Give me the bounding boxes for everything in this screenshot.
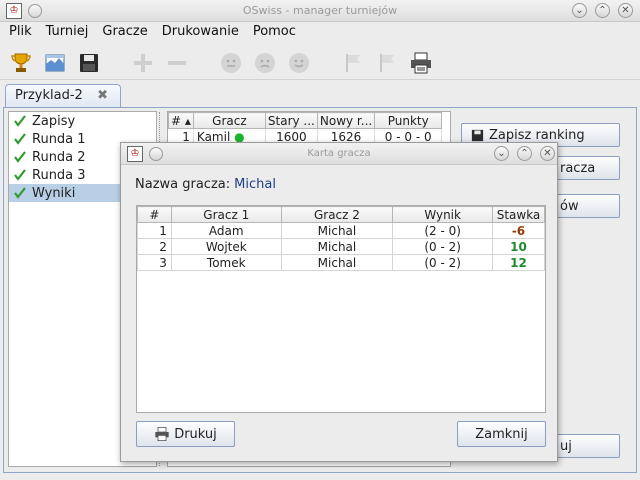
menu-pomoc[interactable]: Pomoc (244, 22, 301, 39)
col-header-new-rating[interactable]: Nowy r... (316, 112, 376, 129)
printer-icon (155, 427, 169, 441)
dialog-titlebar: ♔ Karta gracza ⌄ ⌃ ✕ (121, 143, 557, 165)
tab-close-icon[interactable]: ✖ (97, 88, 108, 103)
tab-label: Przyklad-2 (15, 88, 83, 103)
minimize-icon[interactable]: ⌄ (572, 3, 587, 18)
tree-item-label: Wyniki (32, 185, 76, 201)
col-header-points[interactable]: Punkty (374, 112, 443, 129)
table-row[interactable]: 1 Adam Michal (2 - 0) -6 (137, 222, 545, 239)
close-button[interactable]: Zamknij (457, 421, 546, 447)
check-icon (14, 169, 26, 181)
check-icon (14, 115, 26, 127)
tree-item-label: Runda 1 (32, 131, 86, 147)
col-header-player2[interactable]: Gracz 2 (280, 206, 394, 223)
col-header-stake[interactable]: Stawka (492, 206, 545, 223)
main-titlebar: ♔ OSwiss - manager turniejów ⌄ ⌃ ✕ (0, 0, 640, 22)
player-name-row: Nazwa gracza: Michal (135, 177, 276, 192)
table-row[interactable]: 2 Wojtek Michal (0 - 2) 10 (137, 238, 545, 255)
tab-strip: Przyklad-2 ✖ (0, 82, 640, 108)
tree-item-label: Runda 3 (32, 167, 86, 183)
printer-icon[interactable] (408, 50, 434, 76)
player-name-value: Michal (234, 177, 276, 192)
check-icon (14, 151, 26, 163)
table-row[interactable]: 3 Tomek Michal (0 - 2) 12 (137, 254, 545, 271)
maximize-icon[interactable]: ⌃ (517, 146, 532, 161)
remove-icon (164, 50, 190, 76)
open-file-icon[interactable] (42, 50, 68, 76)
menu-drukowanie[interactable]: Drukowanie (153, 22, 244, 39)
col-header-player[interactable]: Gracz (192, 112, 266, 129)
flag-icon (340, 50, 366, 76)
flag-icon-2 (374, 50, 400, 76)
check-icon (14, 187, 26, 199)
tree-item[interactable]: Zapisy (9, 112, 156, 130)
minimize-icon[interactable]: ⌄ (494, 146, 509, 161)
menubar: Plik Turniej Gracze Drukowanie Pomoc (0, 22, 640, 44)
tree-item-label: Runda 2 (32, 149, 86, 165)
close-icon[interactable]: ✕ (618, 3, 633, 18)
tree-item-label: Zapisy (32, 113, 76, 129)
close-icon[interactable]: ✕ (540, 146, 555, 161)
player-card-dialog: ♔ Karta gracza ⌄ ⌃ ✕ Nazwa gracza: Michal… (120, 142, 558, 462)
tab-przyklad-2[interactable]: Przyklad-2 ✖ (5, 84, 121, 108)
save-icon[interactable] (76, 50, 102, 76)
print-button[interactable]: Drukuj (136, 421, 235, 447)
player-face-icon-2 (252, 50, 278, 76)
col-header-num[interactable]: # ▴ (168, 112, 194, 129)
maximize-icon[interactable]: ⌃ (595, 3, 610, 18)
player-name-label: Nazwa gracza: (135, 177, 231, 192)
menu-plik[interactable]: Plik (0, 22, 37, 39)
player-face-icon-3 (286, 50, 312, 76)
save-icon (471, 129, 484, 141)
col-header-old-rating[interactable]: Stary ... (264, 112, 318, 129)
dialog-title: Karta gracza (307, 148, 371, 159)
menu-gracze[interactable]: Gracze (93, 22, 152, 39)
menu-turniej[interactable]: Turniej (37, 22, 94, 39)
trophy-icon[interactable] (8, 50, 34, 76)
col-header-num[interactable]: # (137, 206, 172, 223)
col-header-player1[interactable]: Gracz 1 (170, 206, 282, 223)
window-title: OSwiss - manager turniejów (242, 4, 398, 17)
games-table: # Gracz 1 Gracz 2 Wynik Stawka 1 Adam Mich… (136, 205, 546, 413)
add-icon (130, 50, 156, 76)
player-face-icon (218, 50, 244, 76)
toolbar (0, 44, 640, 80)
col-header-result[interactable]: Wynik (392, 206, 493, 223)
check-icon (14, 133, 26, 145)
